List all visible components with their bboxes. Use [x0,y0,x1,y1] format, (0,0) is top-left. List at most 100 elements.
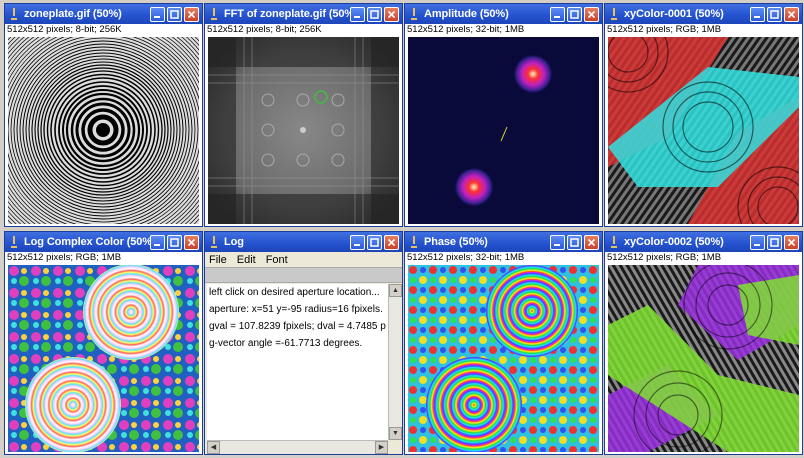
close-icon [787,238,796,246]
image-info: 512x512 pixels; RGB; 1MB [605,24,802,35]
log-complex-color-image [8,265,199,452]
xycolor-0001-image [608,37,799,224]
log-body: File Edit Font left click on desired ape… [205,252,402,454]
maximize-button[interactable] [767,234,782,250]
window-phase[interactable]: Phase (50%) 512x512 pixels; 32-bit; 1MB [404,231,603,455]
minimize-icon [754,243,760,246]
window-xycolor-0001[interactable]: xyColor-0001 (50%) 512x512 pixels; RGB; … [604,3,803,227]
vertical-scrollbar[interactable]: ▲ ▼ [388,284,402,440]
menu-font[interactable]: Font [266,254,288,266]
horizontal-scrollbar[interactable]: ◀ ▶ [207,440,388,454]
minimize-icon [154,243,160,246]
image-info: 512x512 pixels; RGB; 1MB [5,252,202,263]
xycolor-0002-image [608,265,799,452]
image-info: 512x512 pixels; RGB; 1MB [605,252,802,263]
imagej-microscope-icon [211,8,217,20]
image-canvas[interactable] [408,265,599,452]
maximize-button[interactable] [367,234,382,250]
log-line: gval = 107.8239 fpixels; dval = 4.7485 p [209,321,386,332]
window-titlebar[interactable]: Log [205,232,402,252]
window-titlebar[interactable]: xyColor-0002 (50%) [605,232,802,252]
maximize-button[interactable] [567,6,582,22]
image-canvas[interactable] [408,37,599,224]
window-log[interactable]: Log File Edit Font left click on desired… [204,231,403,455]
close-button[interactable] [384,234,399,250]
minimize-button[interactable] [350,6,365,22]
window-zoneplate[interactable]: zoneplate.gif (50%) 512x512 pixels; 8-bi… [4,3,203,227]
close-button[interactable] [784,234,799,250]
window-title: Amplitude (50%) [424,8,509,20]
imagej-microscope-icon [411,236,417,248]
image-canvas[interactable] [608,265,799,452]
minimize-button[interactable] [350,234,365,250]
image-info: 512x512 pixels; 32-bit; 1MB [405,24,602,35]
maximize-button[interactable] [167,234,182,250]
zoneplate-image [8,37,199,224]
window-titlebar[interactable]: FFT of zoneplate.gif (50%) [205,4,402,24]
maximize-icon [370,237,379,247]
close-button[interactable] [184,234,199,250]
window-titlebar[interactable]: xyColor-0001 (50%) [605,4,802,24]
window-title: zoneplate.gif (50%) [24,8,122,20]
log-text-area[interactable]: left click on desired aperture location.… [207,284,388,440]
close-icon [387,10,396,18]
window-amplitude[interactable]: Amplitude (50%) 512x512 pixels; 32-bit; … [404,3,603,227]
close-button[interactable] [584,6,599,22]
close-button[interactable] [784,6,799,22]
minimize-button[interactable] [150,234,165,250]
close-icon [587,238,596,246]
minimize-button[interactable] [750,234,765,250]
minimize-icon [554,15,560,18]
log-toolbar-strip [205,267,402,283]
imagej-microscope-icon [11,236,17,248]
close-button[interactable] [384,6,399,22]
image-canvas[interactable] [208,37,399,224]
image-canvas[interactable] [8,37,199,224]
minimize-icon [354,243,360,246]
maximize-button[interactable] [167,6,182,22]
maximize-icon [770,9,779,19]
close-button[interactable] [584,234,599,250]
maximize-icon [570,9,579,19]
image-info: 512x512 pixels; 32-bit; 1MB [405,252,602,263]
maximize-button[interactable] [567,234,582,250]
minimize-button[interactable] [550,234,565,250]
minimize-icon [354,15,360,18]
maximize-icon [170,237,179,247]
window-fft[interactable]: FFT of zoneplate.gif (50%) 512x512 pixel… [204,3,403,227]
imagej-microscope-icon [411,8,417,20]
scroll-right-button[interactable]: ▶ [375,441,388,454]
close-icon [587,10,596,18]
window-titlebar[interactable]: Amplitude (50%) [405,4,602,24]
window-titlebar[interactable]: Phase (50%) [405,232,602,252]
minimize-button[interactable] [750,6,765,22]
close-icon [187,238,196,246]
window-title: xyColor-0001 (50%) [624,8,724,20]
window-titlebar[interactable]: Log Complex Color (50%) [5,232,202,252]
window-log-complex-color[interactable]: Log Complex Color (50%) 512x512 pixels; … [4,231,203,455]
minimize-icon [554,243,560,246]
minimize-icon [154,15,160,18]
log-line: left click on desired aperture location.… [209,287,380,298]
scroll-left-button[interactable]: ◀ [207,441,220,454]
close-button[interactable] [184,6,199,22]
window-title: FFT of zoneplate.gif (50%) [224,8,350,20]
image-info: 512x512 pixels; 8-bit; 256K [5,24,202,35]
menu-file[interactable]: File [209,254,227,266]
log-line: aperture: x=51 y=-95 radius=16 fpixels. [209,304,383,315]
window-title: xyColor-0002 (50%) [624,236,724,248]
image-canvas[interactable] [8,265,199,452]
minimize-icon [754,15,760,18]
minimize-button[interactable] [150,6,165,22]
imagej-microscope-icon [211,236,217,248]
menu-edit[interactable]: Edit [237,254,256,266]
scroll-down-button[interactable]: ▼ [389,427,402,440]
maximize-button[interactable] [767,6,782,22]
window-titlebar[interactable]: zoneplate.gif (50%) [5,4,202,24]
scroll-up-button[interactable]: ▲ [389,284,402,297]
maximize-button[interactable] [367,6,382,22]
image-canvas[interactable] [608,37,799,224]
window-xycolor-0002[interactable]: xyColor-0002 (50%) 512x512 pixels; RGB; … [604,231,803,455]
menu-bar: File Edit Font [205,252,402,267]
minimize-button[interactable] [550,6,565,22]
